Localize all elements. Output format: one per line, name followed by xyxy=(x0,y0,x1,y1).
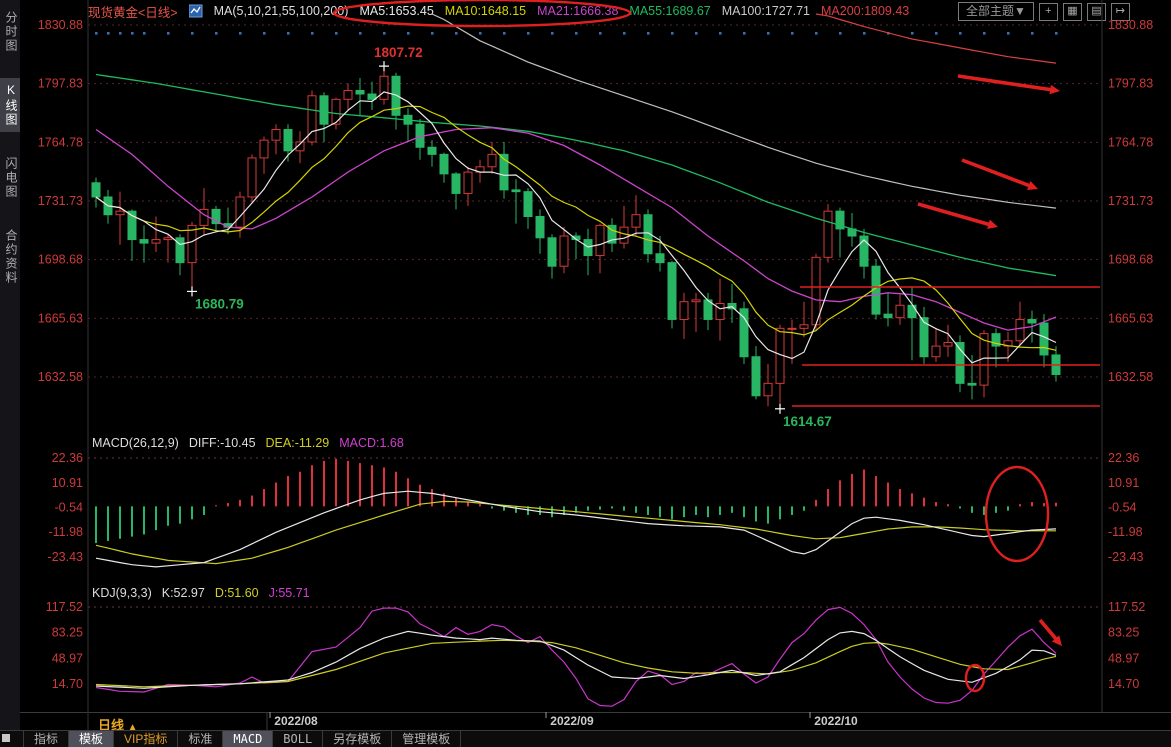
sidebar-item-kline-chart[interactable]: K线图 xyxy=(0,78,20,132)
svg-text:14.70: 14.70 xyxy=(1108,677,1139,691)
svg-text:1698.68: 1698.68 xyxy=(38,253,83,267)
splitter-handle[interactable] xyxy=(2,734,10,742)
trading-app-window: 分时图 K线图 闪电图 合约资料 现货黄金<日线> MA(5,10,21,55,… xyxy=(0,0,1171,747)
time-axis-row: 日线 ▲ xyxy=(20,712,1171,730)
svg-text:1665.63: 1665.63 xyxy=(1108,311,1153,325)
price-markers: 1807.72 1680.79 1614.67 xyxy=(187,45,832,429)
chart-canvas[interactable]: 1830.881830.881797.831797.831764.781764.… xyxy=(0,0,1171,747)
tab-template[interactable]: 模板 xyxy=(69,731,114,747)
kdj-d-value: D:51.60 xyxy=(215,586,259,600)
kdj-lines xyxy=(96,607,1056,706)
chart-header: 现货黄金<日线> MA(5,10,21,55,100,200) MA5:1653… xyxy=(88,0,909,22)
tab-macd[interactable]: MACD xyxy=(223,731,273,747)
signal-dots-row xyxy=(95,32,1058,35)
ma200-value: MA200:1809.43 xyxy=(821,4,909,18)
svg-text:1764.78: 1764.78 xyxy=(1108,135,1153,149)
macd-panel-title: MACD(26,12,9) DIFF:-10.45 DEA:-11.29 MAC… xyxy=(92,436,404,450)
macd-dea-value: DEA:-11.29 xyxy=(266,436,330,450)
ma21-value: MA21:1666.38 xyxy=(537,4,618,18)
svg-text:1830.88: 1830.88 xyxy=(38,18,83,32)
tab-boll[interactable]: BOLL xyxy=(273,731,323,747)
svg-text:48.97: 48.97 xyxy=(1108,651,1139,665)
header-controls: 全部主题▼ + ▦ ▤ ↦ xyxy=(958,2,1130,21)
svg-text:1731.73: 1731.73 xyxy=(1108,194,1153,208)
macd-histogram xyxy=(96,459,1056,543)
pane-grid-icon[interactable]: ▦ xyxy=(1063,3,1082,21)
tab-manage-template[interactable]: 管理模板 xyxy=(392,731,461,747)
svg-text:1632.58: 1632.58 xyxy=(1108,370,1153,384)
svg-text:-0.54: -0.54 xyxy=(1108,501,1137,515)
svg-text:1731.73: 1731.73 xyxy=(38,194,83,208)
candlestick-layer xyxy=(92,66,1060,409)
svg-text:83.25: 83.25 xyxy=(1108,626,1139,640)
ma10-value: MA10:1648.15 xyxy=(445,4,526,18)
svg-text:1614.67: 1614.67 xyxy=(783,414,832,429)
svg-text:117.52: 117.52 xyxy=(46,600,83,614)
ma100-value: MA100:1727.71 xyxy=(722,4,810,18)
theme-dropdown-button[interactable]: 全部主题▼ xyxy=(958,2,1034,21)
kdj-panel-title: KDJ(9,3,3) K:52.97 D:51.60 J:55.71 xyxy=(92,586,310,600)
svg-text:22.36: 22.36 xyxy=(1108,451,1139,465)
pop-out-icon[interactable]: ↦ xyxy=(1111,3,1130,21)
ma-settings-label: MA(5,10,21,55,100,200) xyxy=(214,4,349,18)
svg-text:-11.98: -11.98 xyxy=(48,525,83,539)
ma-overlays xyxy=(96,14,1056,363)
kdj-k-value: K:52.97 xyxy=(162,586,205,600)
svg-text:10.91: 10.91 xyxy=(1108,476,1139,490)
indicator-chart-icon[interactable] xyxy=(189,4,203,18)
tab-save-template[interactable]: 另存模板 xyxy=(323,731,392,747)
kdj-j-value: J:55.71 xyxy=(269,586,310,600)
svg-text:-23.43: -23.43 xyxy=(1108,550,1143,564)
svg-text:1680.79: 1680.79 xyxy=(195,296,244,311)
macd-macd-value: MACD:1.68 xyxy=(339,436,404,450)
pane-move-icon[interactable]: + xyxy=(1039,3,1058,21)
svg-text:-11.98: -11.98 xyxy=(1108,525,1143,539)
svg-text:1797.83: 1797.83 xyxy=(38,77,83,91)
sidebar-item-time-chart[interactable]: 分时图 xyxy=(0,6,20,58)
svg-text:-23.43: -23.43 xyxy=(48,550,83,564)
svg-text:83.25: 83.25 xyxy=(52,626,83,640)
ma55-value: MA55:1689.67 xyxy=(629,4,710,18)
tabbar-spacer xyxy=(10,731,24,747)
sidebar-item-contract-info[interactable]: 合约资料 xyxy=(0,224,20,290)
svg-text:-0.54: -0.54 xyxy=(55,501,84,515)
svg-text:1807.72: 1807.72 xyxy=(374,45,423,60)
svg-text:14.70: 14.70 xyxy=(52,677,83,691)
left-sidebar: 分时图 K线图 闪电图 合约资料 xyxy=(0,0,20,730)
macd-params: MACD(26,12,9) xyxy=(92,436,179,450)
pane-rows-icon[interactable]: ▤ xyxy=(1087,3,1106,21)
svg-text:22.36: 22.36 xyxy=(52,451,83,465)
kdj-params: KDJ(9,3,3) xyxy=(92,586,152,600)
ma5-value: MA5:1653.45 xyxy=(359,4,433,18)
sidebar-item-lightning-chart[interactable]: 闪电图 xyxy=(0,152,20,204)
macd-lines xyxy=(96,491,1056,567)
drawn-annotations xyxy=(334,0,1100,691)
svg-text:1698.68: 1698.68 xyxy=(1108,253,1153,267)
symbol-title: 现货黄金<日线> xyxy=(88,2,178,21)
svg-text:1764.78: 1764.78 xyxy=(38,135,83,149)
tab-vip-indicator[interactable]: VIP指标 xyxy=(114,731,178,747)
svg-text:1665.63: 1665.63 xyxy=(38,311,83,325)
tab-standard[interactable]: 标准 xyxy=(178,731,223,747)
svg-text:1632.58: 1632.58 xyxy=(38,370,83,384)
svg-text:48.97: 48.97 xyxy=(52,651,83,665)
svg-text:10.91: 10.91 xyxy=(52,476,83,490)
macd-diff-value: DIFF:-10.45 xyxy=(189,436,256,450)
gridlines xyxy=(88,0,1102,730)
svg-text:1797.83: 1797.83 xyxy=(1108,77,1153,91)
bottom-tab-bar: 指标 模板 VIP指标 标准 MACD BOLL 另存模板 管理模板 xyxy=(0,730,1171,747)
tab-indicator[interactable]: 指标 xyxy=(24,731,69,747)
svg-text:117.52: 117.52 xyxy=(1108,600,1145,614)
